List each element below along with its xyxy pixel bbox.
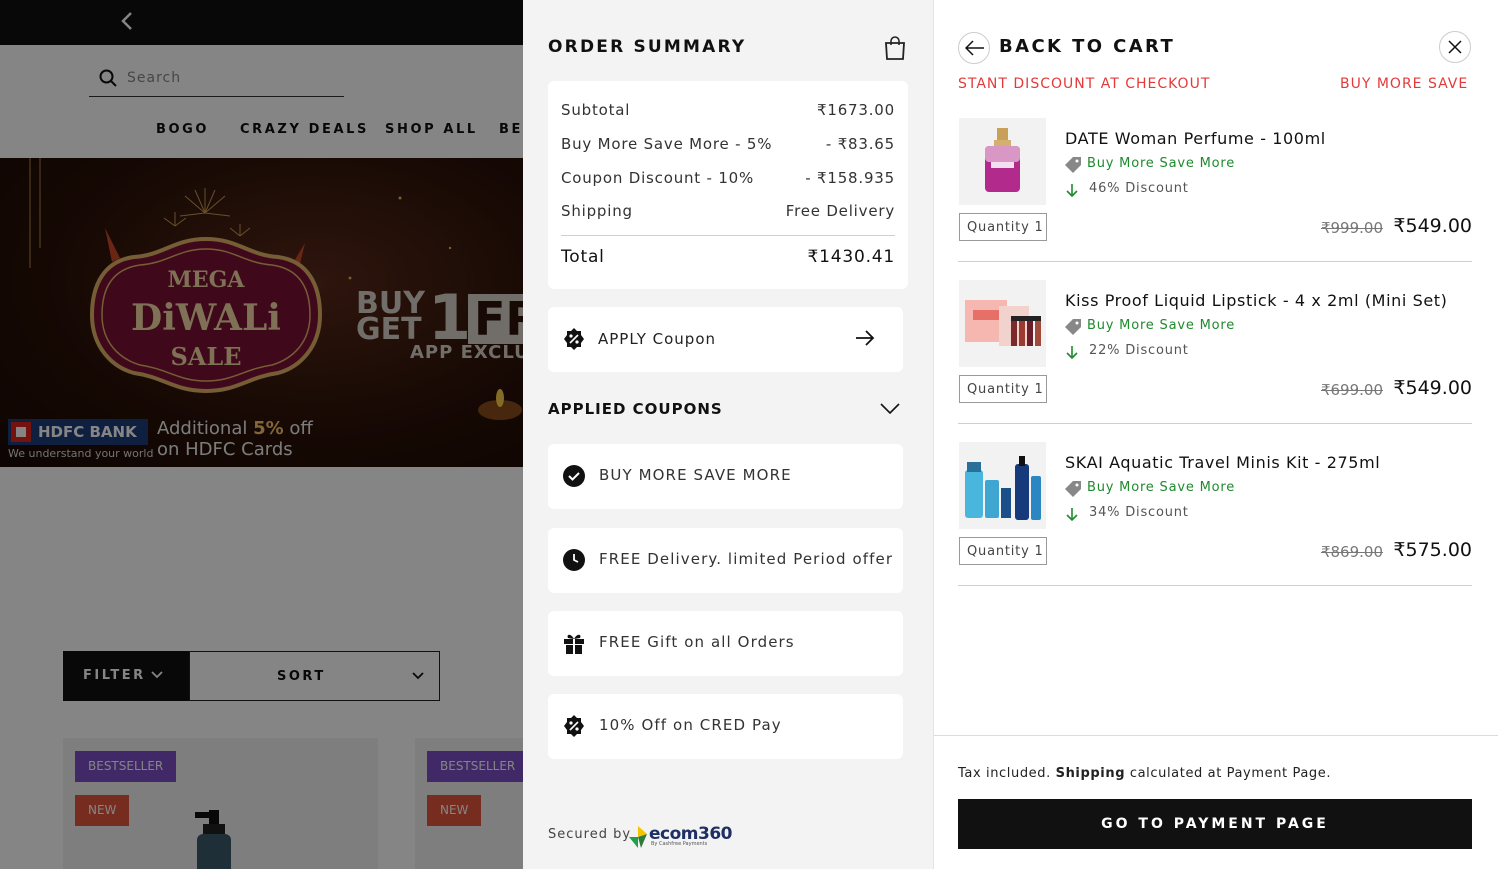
- cart-footer: Tax included. Shipping calculated at Pay…: [934, 735, 1498, 869]
- modal-overlay[interactable]: [0, 0, 523, 869]
- arrow-right-icon: [856, 330, 875, 346]
- quantity-selector[interactable]: Quantity 1: [959, 213, 1047, 241]
- cart-item: DATE Woman Perfume - 100ml Buy More Save…: [958, 118, 1472, 280]
- cart-item: SKAI Aquatic Travel Minis Kit - 275ml Bu…: [958, 442, 1472, 604]
- close-icon: [1448, 40, 1462, 54]
- quantity-selector[interactable]: Quantity 1: [959, 537, 1047, 565]
- item-divider: [958, 585, 1472, 586]
- quantity-selector[interactable]: Quantity 1: [959, 375, 1047, 403]
- tag-icon: [1065, 481, 1081, 497]
- cart-item: Kiss Proof Liquid Lipstick - 4 x 2ml (Mi…: [958, 280, 1472, 442]
- coupon-label: BUY MORE SAVE MORE: [599, 466, 792, 484]
- sale-price: ₹549.00: [1393, 215, 1472, 237]
- coupon-label: FREE Delivery. limited Period offer: [599, 550, 894, 568]
- arrow-down-icon: [1066, 184, 1078, 197]
- tag-icon: [1065, 319, 1081, 335]
- product-thumbnail[interactable]: [959, 118, 1046, 205]
- applied-coupons-heading[interactable]: APPLIED COUPONS: [548, 400, 723, 418]
- coupon-label: 10% Off on CRED Pay: [599, 716, 782, 734]
- ecom360-mark-icon: [629, 826, 647, 848]
- apply-coupon-label: APPLY Coupon: [598, 330, 717, 348]
- coupon-discount-row: Coupon Discount - 10% - ₹158.935: [561, 169, 895, 187]
- promo-ticker: STANT DISCOUNT AT CHECKOUT BUY MORE SAVE…: [958, 76, 1472, 96]
- tax-note: Tax included. Shipping calculated at Pay…: [958, 766, 1332, 781]
- subtotal-row: Subtotal ₹1673.00: [561, 101, 895, 119]
- chevron-down-icon[interactable]: [880, 403, 900, 415]
- back-to-cart-button[interactable]: [958, 32, 990, 64]
- sale-price: ₹575.00: [1393, 539, 1472, 561]
- clock-icon: [563, 549, 585, 571]
- check-circle-icon: [563, 465, 585, 487]
- order-summary-title: ORDER SUMMARY: [548, 37, 747, 57]
- product-thumbnail[interactable]: [959, 442, 1046, 529]
- product-thumbnail[interactable]: [959, 280, 1046, 367]
- arrow-down-icon: [1066, 346, 1078, 359]
- percent-badge-icon: [564, 328, 584, 350]
- go-to-payment-button[interactable]: GO TO PAYMENT PAGE: [958, 799, 1472, 849]
- coupon-label: FREE Gift on all Orders: [599, 633, 795, 651]
- product-name[interactable]: SKAI Aquatic Travel Minis Kit - 275ml: [1065, 453, 1380, 472]
- product-name[interactable]: DATE Woman Perfume - 100ml: [1065, 129, 1326, 148]
- applied-coupon: FREE Delivery. limited Period offer: [548, 528, 903, 593]
- tag-icon: [1065, 157, 1081, 173]
- original-price: ₹699.00: [1320, 381, 1383, 399]
- bmsm-discount-row: Buy More Save More - 5% - ₹83.65: [561, 135, 895, 153]
- arrow-left-icon: [965, 40, 984, 56]
- applied-coupon: FREE Gift on all Orders: [548, 611, 903, 676]
- sale-price: ₹549.00: [1393, 377, 1472, 399]
- arrow-down-icon: [1066, 508, 1078, 521]
- item-divider: [958, 423, 1472, 424]
- product-name[interactable]: Kiss Proof Liquid Lipstick - 4 x 2ml (Mi…: [1065, 291, 1448, 310]
- back-to-cart-title[interactable]: BACK TO CART: [999, 36, 1175, 57]
- ticker-text: BUY MORE SAVE M: [1340, 76, 1472, 92]
- applied-coupon: 10% Off on CRED Pay: [548, 694, 903, 759]
- secured-by-label: Secured by: [548, 827, 632, 842]
- ecom360-logo: ecom360 By Cashfree Payments: [629, 822, 733, 852]
- gift-icon: [564, 634, 584, 654]
- shopping-bag-icon: [885, 36, 905, 60]
- apply-coupon-button[interactable]: APPLY Coupon: [548, 307, 903, 372]
- item-divider: [958, 261, 1472, 262]
- order-summary-panel: ORDER SUMMARY Subtotal ₹1673.00 Buy More …: [523, 0, 934, 869]
- price-breakdown: Subtotal ₹1673.00 Buy More Save More - 5%…: [548, 81, 908, 289]
- original-price: ₹999.00: [1320, 219, 1383, 237]
- totals-divider: [561, 235, 895, 236]
- close-button[interactable]: [1439, 31, 1471, 63]
- original-price: ₹869.00: [1320, 543, 1383, 561]
- cart-panel: BACK TO CART STANT DISCOUNT AT CHECKOUT …: [934, 0, 1498, 869]
- total-row: Total ₹1430.41: [561, 247, 895, 267]
- applied-coupon: BUY MORE SAVE MORE: [548, 444, 903, 509]
- ticker-text: STANT DISCOUNT AT CHECKOUT: [958, 76, 1211, 92]
- percent-badge-icon: [564, 715, 584, 737]
- shipping-row: Shipping Free Delivery: [561, 202, 895, 220]
